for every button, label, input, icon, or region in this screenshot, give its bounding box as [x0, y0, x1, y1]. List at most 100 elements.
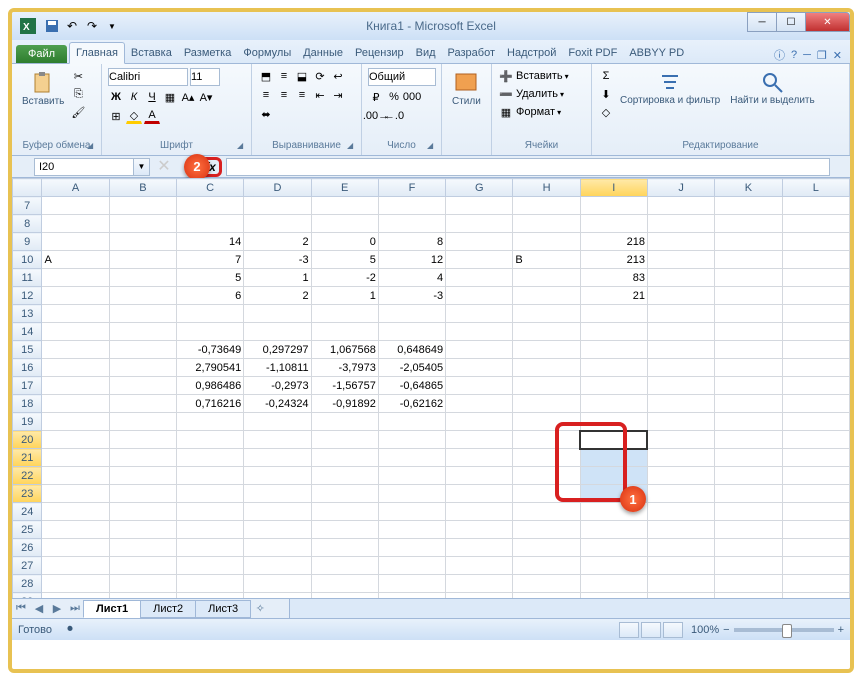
column-header[interactable]: B [109, 179, 176, 197]
cell[interactable] [311, 431, 378, 449]
cell[interactable] [647, 413, 714, 431]
cell[interactable] [244, 593, 311, 599]
bold-icon[interactable]: Ж [108, 89, 124, 105]
tab-abbyy[interactable]: ABBYY PD [623, 43, 690, 63]
cell[interactable]: -3 [244, 251, 311, 269]
doc-minimize-icon[interactable]: ─ [803, 49, 811, 61]
cell[interactable]: 5 [311, 251, 378, 269]
cell[interactable] [244, 449, 311, 467]
cell[interactable] [513, 557, 580, 575]
cell[interactable] [647, 251, 714, 269]
cell[interactable] [177, 323, 244, 341]
alignment-launcher-icon[interactable]: ◢ [347, 141, 359, 153]
cell[interactable] [378, 449, 445, 467]
cell[interactable]: 7 [177, 251, 244, 269]
cell[interactable] [782, 593, 849, 599]
undo-icon[interactable]: ↶ [64, 18, 80, 34]
sheet-nav-next-icon[interactable]: ▶ [48, 602, 66, 615]
cell[interactable] [378, 305, 445, 323]
align-bottom-icon[interactable]: ⬓ [294, 68, 310, 84]
cell[interactable] [715, 485, 782, 503]
cell[interactable] [244, 521, 311, 539]
cell[interactable]: -0,2973 [244, 377, 311, 395]
styles-button[interactable]: Стили [448, 68, 485, 109]
cell[interactable]: -1,10811 [244, 359, 311, 377]
cell[interactable] [580, 395, 647, 413]
cell[interactable] [109, 341, 176, 359]
cell[interactable] [311, 215, 378, 233]
cell[interactable] [715, 359, 782, 377]
cell[interactable] [513, 449, 580, 467]
cell[interactable] [715, 215, 782, 233]
cell[interactable] [109, 467, 176, 485]
cell[interactable] [782, 233, 849, 251]
zoom-slider[interactable] [734, 628, 834, 632]
cell[interactable] [715, 269, 782, 287]
cell[interactable]: 5 [177, 269, 244, 287]
row-header[interactable]: 13 [13, 305, 42, 323]
cell[interactable]: 1 [244, 269, 311, 287]
cell[interactable] [580, 557, 647, 575]
row-header[interactable]: 15 [13, 341, 42, 359]
currency-icon[interactable]: ₽ [368, 89, 384, 105]
cell[interactable] [311, 503, 378, 521]
cell[interactable] [244, 413, 311, 431]
font-name-input[interactable] [108, 68, 188, 86]
cell[interactable] [244, 539, 311, 557]
redo-icon[interactable]: ↷ [84, 18, 100, 34]
row-header[interactable]: 12 [13, 287, 42, 305]
cell[interactable] [647, 377, 714, 395]
cell[interactable] [446, 215, 513, 233]
cell[interactable] [42, 449, 109, 467]
column-header[interactable]: J [647, 179, 714, 197]
cell[interactable] [782, 557, 849, 575]
minimize-button[interactable]: ─ [747, 12, 777, 32]
cell[interactable] [647, 395, 714, 413]
cell[interactable] [647, 539, 714, 557]
cell[interactable] [42, 305, 109, 323]
cell[interactable]: 14 [177, 233, 244, 251]
column-header[interactable]: I [580, 179, 647, 197]
cell[interactable] [647, 359, 714, 377]
tab-home[interactable]: Главная [69, 42, 125, 64]
cell[interactable] [378, 539, 445, 557]
cell[interactable] [244, 323, 311, 341]
cell[interactable]: 83 [580, 269, 647, 287]
tab-addins[interactable]: Надстрой [501, 43, 562, 63]
cell[interactable]: -0,64865 [378, 377, 445, 395]
cell[interactable] [42, 575, 109, 593]
cell[interactable] [647, 485, 714, 503]
cell[interactable] [647, 503, 714, 521]
cell[interactable] [513, 287, 580, 305]
cell[interactable] [311, 449, 378, 467]
cell[interactable] [715, 395, 782, 413]
cell[interactable] [782, 269, 849, 287]
cell[interactable] [513, 359, 580, 377]
cell[interactable] [42, 323, 109, 341]
increase-font-icon[interactable]: A▴ [180, 89, 196, 105]
cell[interactable] [311, 521, 378, 539]
percent-icon[interactable]: % [386, 89, 402, 105]
cell[interactable] [446, 341, 513, 359]
row-header[interactable]: 14 [13, 323, 42, 341]
cell[interactable] [782, 503, 849, 521]
cell[interactable] [513, 431, 580, 449]
sheet-tab-3[interactable]: Лист3 [195, 600, 251, 618]
cell[interactable] [782, 251, 849, 269]
cell[interactable] [42, 539, 109, 557]
cell[interactable] [244, 503, 311, 521]
cell[interactable] [715, 251, 782, 269]
cell[interactable] [42, 431, 109, 449]
cell[interactable] [647, 341, 714, 359]
cell[interactable] [715, 449, 782, 467]
cell[interactable] [446, 197, 513, 215]
cell[interactable] [715, 557, 782, 575]
cell[interactable] [109, 431, 176, 449]
cell[interactable] [42, 467, 109, 485]
cell[interactable] [647, 233, 714, 251]
cell[interactable] [109, 593, 176, 599]
cell[interactable]: -3,7973 [311, 359, 378, 377]
cell[interactable] [378, 593, 445, 599]
cell[interactable] [580, 539, 647, 557]
cell[interactable] [177, 467, 244, 485]
